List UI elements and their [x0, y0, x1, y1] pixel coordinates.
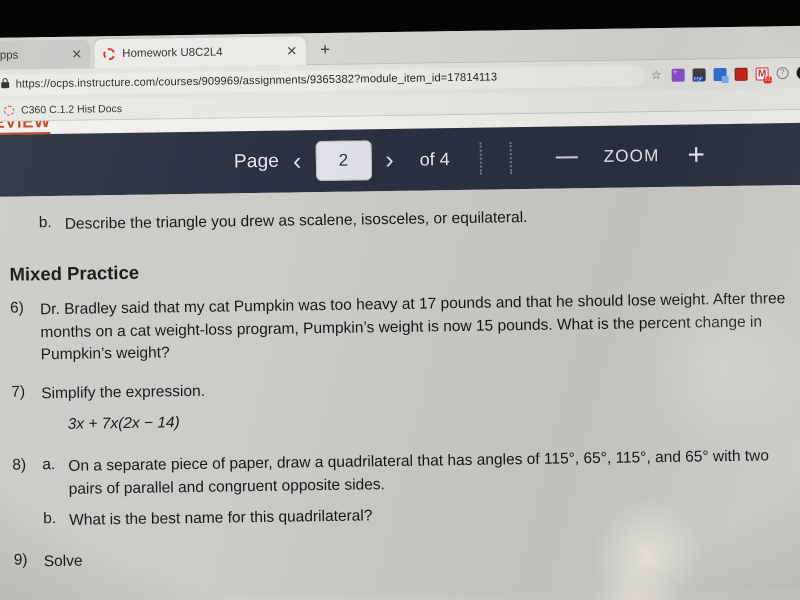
page-label: Page	[233, 150, 280, 173]
question-text: Simplify the expression.	[41, 382, 206, 403]
photo-of-screen: ad - My Apps ✕ Homework U8C2L4 ✕ + https…	[0, 0, 800, 600]
profile-avatar[interactable]	[796, 65, 800, 80]
zoom-out-button[interactable]	[555, 156, 578, 159]
help-circle-icon[interactable]	[776, 67, 789, 80]
zoom-label: ZOOM	[603, 146, 660, 166]
toolbar-divider	[509, 142, 512, 175]
lock-icon	[1, 76, 10, 94]
question-letter: b.	[38, 214, 52, 232]
question-text: Solve	[43, 552, 83, 571]
gmail-unread-badge: 51	[763, 75, 772, 83]
tab-close-icon[interactable]: ✕	[286, 43, 297, 58]
tab-title: Homework U8C2L4	[122, 45, 223, 60]
section-heading-mixed-practice: Mixed Practice	[9, 261, 140, 285]
question-letter: a.	[42, 455, 56, 474]
page-number-input[interactable]: 2	[315, 140, 372, 182]
new-tab-button[interactable]: +	[320, 40, 330, 59]
previous-page-button[interactable]: ‹	[279, 147, 316, 175]
screen-surface: ad - My Apps ✕ Homework U8C2L4 ✕ + https…	[0, 25, 800, 600]
question-text: Describe the triangle you drew as scalen…	[64, 208, 528, 233]
total-pages-label: of 4	[419, 148, 450, 170]
red-extension-icon[interactable]	[734, 67, 748, 81]
browser-tab-homework[interactable]: Homework U8C2L4 ✕	[94, 36, 307, 69]
zoom-in-button[interactable]: +	[687, 138, 705, 171]
tab-favicon-icon	[103, 47, 116, 60]
bookmark-item-c360[interactable]: C360 C.1.2 Hist Docs	[21, 102, 122, 115]
question-text: Dr. Bradley said that my cat Pumpkin was…	[39, 289, 786, 364]
question-number: 7)	[11, 383, 26, 401]
pdf-extension-icon[interactable]	[692, 67, 706, 82]
next-page-button[interactable]: ›	[371, 145, 408, 173]
toolbar-divider	[479, 142, 482, 175]
puzzle-extension-icon[interactable]	[671, 68, 685, 82]
tab-title: ad - My Apps	[0, 49, 19, 62]
worksheet-page: b. Describe the triangle you drew as sca…	[0, 184, 800, 600]
question-number: 8)	[12, 456, 27, 474]
blue-extension-icon[interactable]	[713, 67, 727, 81]
question-letter: b.	[43, 510, 57, 528]
address-bar[interactable]: https://ocps.instructure.com/courses/909…	[0, 64, 646, 96]
question-5b: b. Describe the triangle you drew as sca…	[39, 203, 797, 237]
question-number: 9)	[13, 551, 28, 569]
question-text: What is the best name for this quadrilat…	[69, 507, 373, 530]
address-bar-url: https://ocps.instructure.com/courses/909…	[15, 71, 498, 91]
question-number: 6)	[9, 299, 24, 317]
extension-icons: 51	[671, 65, 800, 83]
bookmark-star-icon[interactable]: ☆	[651, 68, 662, 82]
gmail-extension-icon[interactable]: 51	[755, 66, 772, 83]
browser-tab-my-apps[interactable]: ad - My Apps ✕	[0, 39, 91, 71]
question-6: 6) Dr. Bradley said that my cat Pumpkin …	[10, 288, 799, 368]
bookmark-favicon-icon	[3, 105, 15, 116]
tab-close-icon[interactable]: ✕	[71, 47, 82, 62]
